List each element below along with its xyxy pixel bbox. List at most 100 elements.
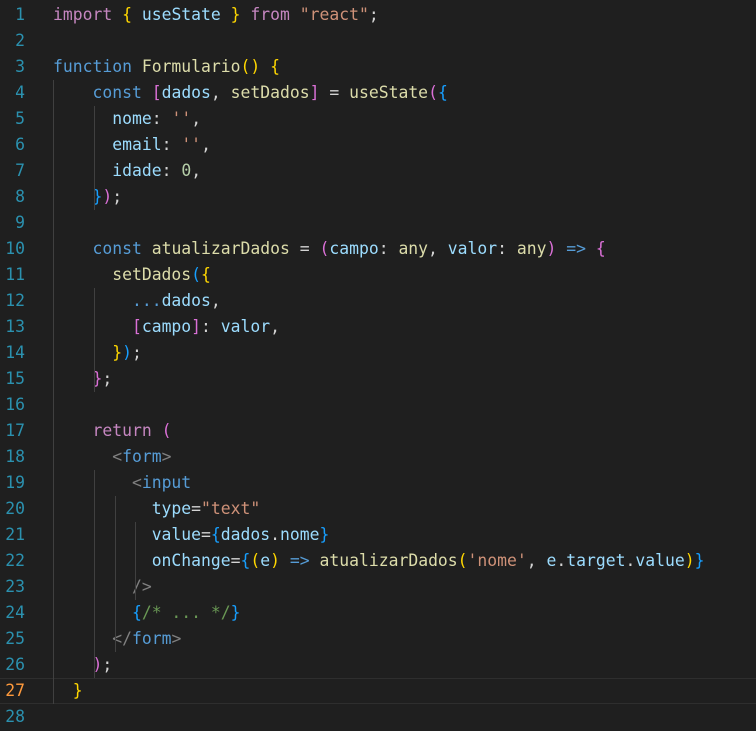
code-line[interactable]: 28: [0, 704, 756, 730]
line-number: 11: [5, 265, 25, 284]
code-line[interactable]: 17 return (: [0, 418, 756, 444]
code-token: ): [546, 239, 557, 258]
code-text: }: [53, 678, 83, 704]
code-token: ,: [201, 135, 211, 154]
code-line[interactable]: 24 {/* ... */}: [0, 600, 756, 626]
code-line[interactable]: 7 idade: 0,: [0, 158, 756, 184]
code-text: type="text": [53, 496, 261, 522]
code-text: };: [53, 366, 112, 392]
code-token: ): [684, 551, 695, 570]
code-token: dados: [161, 291, 211, 310]
code-line[interactable]: 5 nome: '',: [0, 106, 756, 132]
code-token: ]: [191, 317, 202, 336]
code-line[interactable]: 2: [0, 28, 756, 54]
code-token: =: [289, 239, 320, 258]
code-token: <: [112, 447, 123, 466]
line-number: 26: [5, 655, 25, 674]
code-token: setDados: [112, 265, 192, 284]
code-line[interactable]: 21 value={dados.nome}: [0, 522, 756, 548]
code-text: onChange={(e) => atualizarDados('nome', …: [53, 548, 705, 574]
code-token: {: [210, 525, 221, 544]
line-number: 15: [5, 369, 25, 388]
code-token: {: [270, 57, 281, 76]
code-token: value: [151, 525, 202, 544]
code-token: =>: [289, 551, 310, 570]
code-line[interactable]: 16: [0, 392, 756, 418]
code-token: ;: [131, 343, 142, 362]
code-token: nome: [112, 109, 152, 128]
code-editor[interactable]: 1 import { useState } from "react"; 2 3 func…: [0, 0, 756, 731]
code-line[interactable]: 3 function Formulario() {: [0, 54, 756, 80]
code-token: =>: [566, 239, 586, 258]
line-number: 3: [15, 57, 25, 76]
line-number: 2: [15, 31, 25, 50]
indent-guide: [94, 470, 95, 678]
code-token: '': [181, 135, 202, 154]
code-line[interactable]: 22 onChange={(e) => atualizarDados('nome…: [0, 548, 756, 574]
code-token: '': [171, 109, 192, 128]
code-line[interactable]: 20 type="text": [0, 496, 756, 522]
code-line[interactable]: 26 );: [0, 652, 756, 678]
code-token: :: [497, 239, 517, 258]
indent-guide: [94, 106, 95, 210]
line-number: 22: [5, 551, 25, 570]
line-number: 14: [5, 343, 25, 362]
code-text: );: [53, 652, 112, 678]
code-line[interactable]: 15 };: [0, 366, 756, 392]
code-token: type: [151, 499, 192, 518]
code-line[interactable]: 25 </form>: [0, 626, 756, 652]
code-token: from: [250, 5, 290, 24]
code-line[interactable]: 1 import { useState } from "react";: [0, 2, 756, 28]
code-text: email: '',: [53, 132, 211, 158]
code-token: ): [250, 57, 261, 76]
code-token: >: [161, 447, 172, 466]
code-line[interactable]: 4 const [dados, setDados] = useState({: [0, 80, 756, 106]
code-line[interactable]: 6 email: '',: [0, 132, 756, 158]
line-number: 27: [5, 681, 25, 700]
code-line[interactable]: 12 ...dados,: [0, 288, 756, 314]
code-line[interactable]: 13 [campo]: valor,: [0, 314, 756, 340]
code-token: 'nome': [467, 551, 527, 570]
code-token: (: [240, 57, 251, 76]
code-line[interactable]: 18 <form>: [0, 444, 756, 470]
code-token: 0: [181, 161, 192, 180]
code-text: const [dados, setDados] = useState({: [53, 80, 447, 106]
code-token: }: [230, 5, 241, 24]
code-text: [campo]: valor,: [53, 314, 280, 340]
code-line[interactable]: 10 const atualizarDados = (campo: any, v…: [0, 236, 756, 262]
code-token: return: [92, 421, 152, 440]
code-line[interactable]: 27 }: [0, 678, 756, 704]
code-line[interactable]: 8 });: [0, 184, 756, 210]
code-line[interactable]: 14 });: [0, 340, 756, 366]
code-text: setDados({: [53, 262, 211, 288]
code-line[interactable]: 9: [0, 210, 756, 236]
code-text: nome: '',: [53, 106, 201, 132]
line-number: 20: [5, 499, 25, 518]
code-token: e: [260, 551, 271, 570]
code-token: onChange: [151, 551, 231, 570]
code-line[interactable]: 19 <input: [0, 470, 756, 496]
code-token: }: [230, 603, 241, 622]
code-token: (: [319, 239, 330, 258]
code-line[interactable]: 23 />: [0, 574, 756, 600]
code-line[interactable]: 11 setDados({: [0, 262, 756, 288]
code-token: any: [516, 239, 547, 258]
code-token: ): [270, 551, 281, 570]
code-token: campo: [141, 317, 192, 336]
